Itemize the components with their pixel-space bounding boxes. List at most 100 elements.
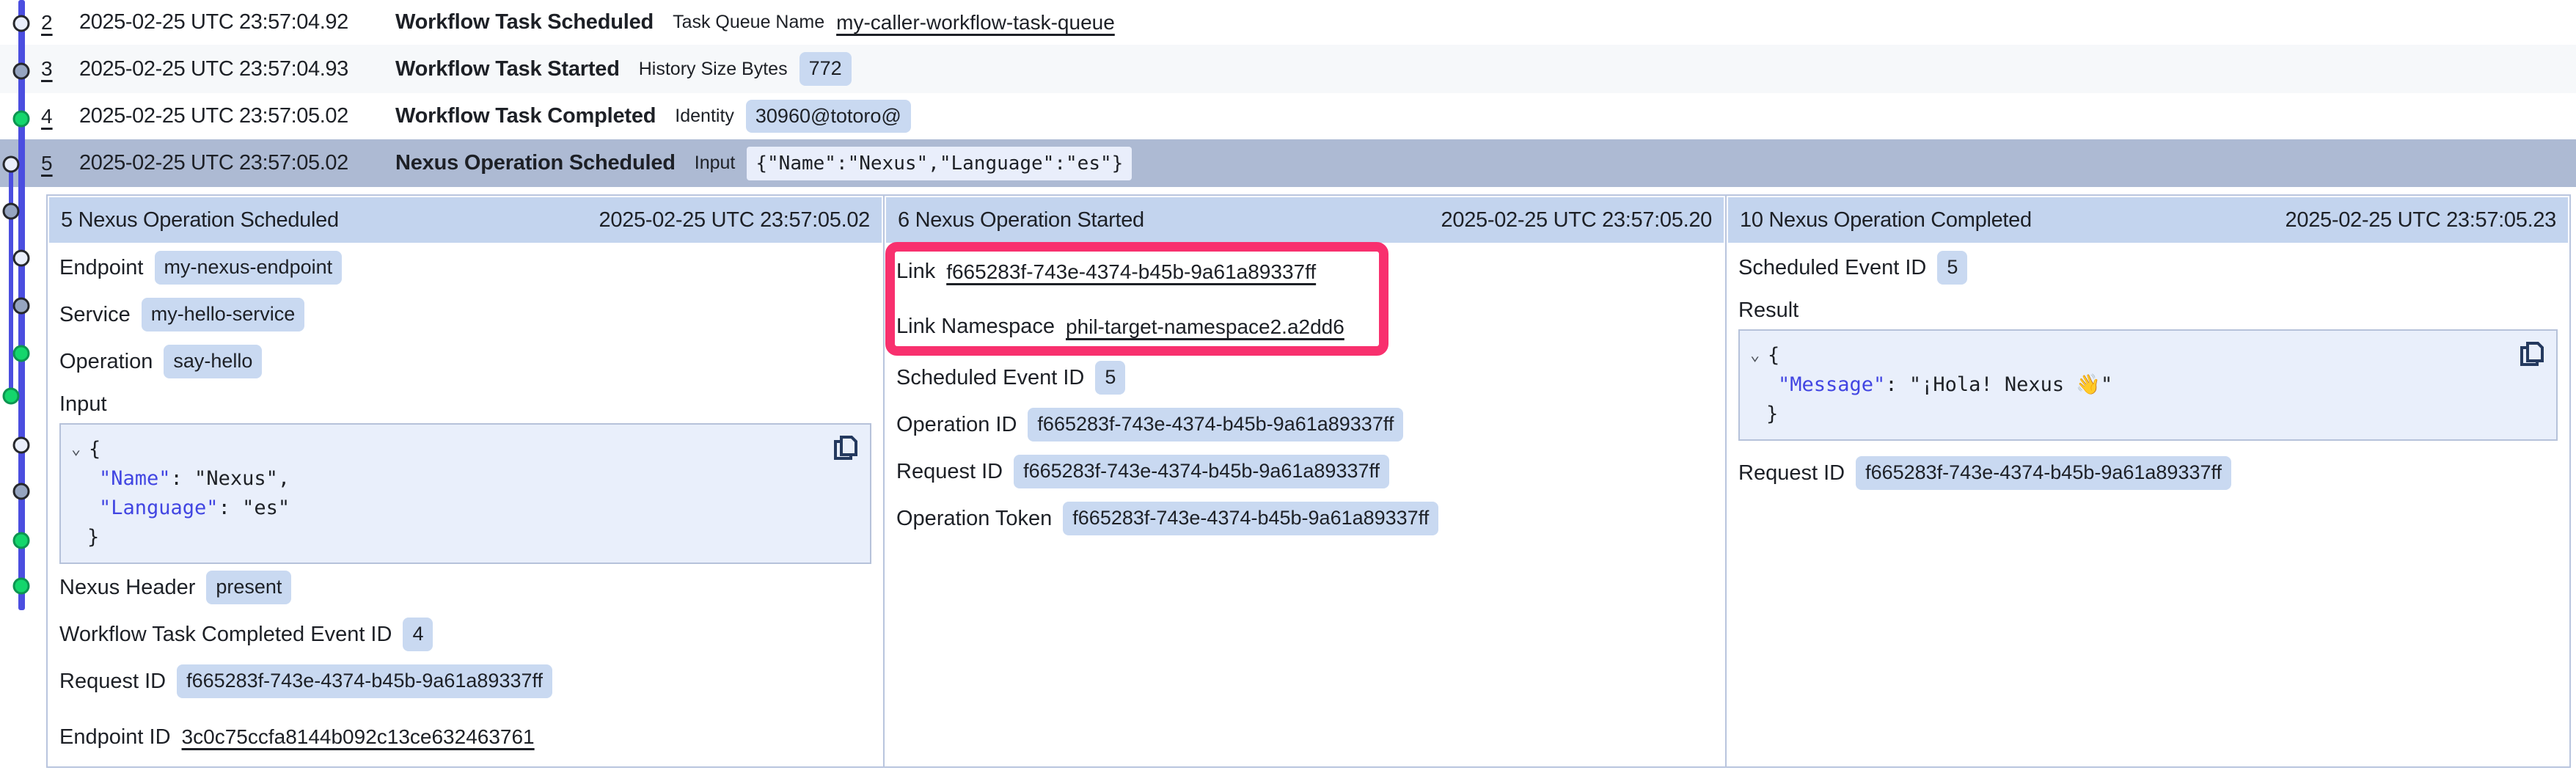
- field-label: Scheduled Event ID: [1738, 256, 1926, 280]
- field-request-id: Request ID f665283f-743e-4374-b45b-9a61a…: [896, 448, 1713, 495]
- request-id-badge: f665283f-743e-4374-b45b-9a61a89337ff: [1856, 456, 2231, 489]
- endpoint-id-link[interactable]: 3c0c75ccfa8144b092c13ce632463761: [182, 725, 535, 749]
- field-label: Service: [59, 303, 131, 327]
- field-endpoint-id: Endpoint ID 3c0c75ccfa8144b092c13ce63246…: [59, 714, 871, 761]
- field-nexus-header: Nexus Header present: [59, 564, 871, 611]
- panel-title: 6 Nexus Operation Started: [898, 208, 1144, 232]
- field-operation: Operation say-hello: [59, 338, 871, 385]
- field-operation-id: Operation ID f665283f-743e-4374-b45b-9a6…: [896, 401, 1713, 448]
- timeline-dot-gray: [13, 298, 30, 315]
- field-operation-token: Operation Token f665283f-743e-4374-b45b-…: [896, 495, 1713, 542]
- event-field-label: History Size Bytes: [639, 59, 788, 80]
- panel-timestamp: 2025-02-25 UTC 23:57:05.23: [2286, 208, 2556, 232]
- event-detail-container: 5 Nexus Operation Scheduled 2025-02-25 U…: [46, 194, 2571, 768]
- link-link[interactable]: f665283f-743e-4374-b45b-9a61a89337ff: [946, 260, 1316, 284]
- field-service: Service my-hello-service: [59, 291, 871, 338]
- event-name: Workflow Task Completed: [395, 104, 656, 128]
- result-payload-codeblock: ⌄{ "Message": "¡Hola! Nexus 👋" }: [1738, 329, 2558, 441]
- field-label: Endpoint: [59, 256, 144, 280]
- operation-token-badge: f665283f-743e-4374-b45b-9a61a89337ff: [1063, 502, 1438, 535]
- wtc-event-id-badge: 4: [403, 618, 433, 651]
- panel-title: 10 Nexus Operation Completed: [1740, 208, 2032, 232]
- event-number-link[interactable]: 4: [41, 105, 79, 128]
- event-number-link[interactable]: 5: [41, 152, 79, 175]
- task-queue-link[interactable]: my-caller-workflow-task-queue: [836, 11, 1115, 34]
- event-name: Nexus Operation Scheduled: [395, 151, 676, 175]
- event-row-4[interactable]: 4 2025-02-25 UTC 23:57:05.02 Workflow Ta…: [0, 93, 2576, 139]
- event-number-link[interactable]: 2: [41, 11, 79, 34]
- field-endpoint: Endpoint my-nexus-endpoint: [59, 244, 871, 291]
- input-payload-chip: {"Name":"Nexus","Language":"es"}: [747, 147, 1132, 180]
- field-label: Request ID: [59, 670, 166, 694]
- request-id-badge: f665283f-743e-4374-b45b-9a61a89337ff: [177, 664, 552, 697]
- timeline-dot-green: [13, 532, 30, 549]
- timeline-dot-white: [13, 250, 30, 267]
- field-label: Operation ID: [896, 413, 1017, 437]
- endpoint-badge: my-nexus-endpoint: [155, 251, 343, 284]
- event-timestamp: 2025-02-25 UTC 23:57:05.02: [79, 151, 395, 175]
- timeline-dot-white: [3, 156, 20, 173]
- operation-badge: say-hello: [164, 345, 262, 378]
- timeline-dot-gray: [13, 63, 30, 80]
- field-label: Request ID: [1738, 461, 1845, 486]
- input-label: Input: [59, 385, 871, 423]
- request-id-badge: f665283f-743e-4374-b45b-9a61a89337ff: [1014, 455, 1389, 488]
- field-label: Endpoint ID: [59, 725, 171, 750]
- timeline-line: [9, 164, 13, 396]
- scheduled-event-id-badge: 5: [1937, 251, 1967, 284]
- panel-timestamp: 2025-02-25 UTC 23:57:05.20: [1441, 208, 1712, 232]
- scheduled-event-id-badge: 5: [1095, 361, 1125, 394]
- operation-id-badge: f665283f-743e-4374-b45b-9a61a89337ff: [1028, 408, 1403, 441]
- event-timestamp: 2025-02-25 UTC 23:57:04.92: [79, 10, 395, 34]
- identity-badge: 30960@totoro@: [746, 100, 911, 133]
- field-wtc-event-id: Workflow Task Completed Event ID 4: [59, 611, 871, 658]
- field-label: Link: [896, 260, 935, 284]
- field-link: Link f665283f-743e-4374-b45b-9a61a89337f…: [896, 244, 1713, 299]
- timeline-dot-green: [13, 111, 30, 128]
- field-scheduled-event-id: Scheduled Event ID 5: [1738, 244, 2558, 291]
- event-field-label: Input: [695, 153, 736, 174]
- panel-nexus-operation-started: 6 Nexus Operation Started 2025-02-25 UTC…: [885, 196, 1727, 766]
- panel-header: 5 Nexus Operation Scheduled 2025-02-25 U…: [49, 197, 882, 243]
- event-timestamp: 2025-02-25 UTC 23:57:04.93: [79, 57, 395, 81]
- panel-nexus-operation-completed: 10 Nexus Operation Completed 2025-02-25 …: [1727, 196, 2569, 766]
- field-label: Operation Token: [896, 507, 1052, 531]
- panel-title: 5 Nexus Operation Scheduled: [61, 208, 339, 232]
- history-size-badge: 772: [799, 52, 852, 85]
- panel-header: 6 Nexus Operation Started 2025-02-25 UTC…: [886, 197, 1724, 243]
- collapse-chevron-icon[interactable]: ⌄: [71, 435, 89, 464]
- field-scheduled-event-id: Scheduled Event ID 5: [896, 354, 1713, 401]
- event-row-2[interactable]: 2 2025-02-25 UTC 23:57:04.92 Workflow Ta…: [0, 0, 2576, 45]
- event-row-3[interactable]: 3 2025-02-25 UTC 23:57:04.93 Workflow Ta…: [0, 45, 2576, 93]
- copy-icon[interactable]: [832, 433, 861, 463]
- event-name: Workflow Task Started: [395, 57, 620, 81]
- field-label: Link Namespace: [896, 315, 1055, 339]
- field-label: Request ID: [896, 460, 1003, 484]
- timeline-dot-green: [13, 345, 30, 362]
- field-link-namespace: Link Namespace phil-target-namespace2.a2…: [896, 299, 1713, 354]
- event-number-link[interactable]: 3: [41, 57, 79, 81]
- link-namespace-link[interactable]: phil-target-namespace2.a2dd6: [1066, 315, 1344, 339]
- timeline-dot-gray: [3, 203, 20, 220]
- collapse-chevron-icon[interactable]: ⌄: [1750, 341, 1768, 370]
- timeline-dot-white: [13, 437, 30, 454]
- timeline-dot-gray: [13, 483, 30, 500]
- input-payload-codeblock: ⌄{ "Name": "Nexus", "Language": "es" }: [59, 423, 871, 564]
- timeline-gutter: [0, 0, 46, 773]
- panel-timestamp: 2025-02-25 UTC 23:57:05.02: [599, 208, 870, 232]
- field-label: Operation: [59, 350, 153, 374]
- timeline-dot-white: [13, 15, 30, 32]
- field-label: Nexus Header: [59, 576, 195, 600]
- field-request-id: Request ID f665283f-743e-4374-b45b-9a61a…: [59, 658, 871, 705]
- result-label: Result: [1738, 291, 2558, 329]
- timeline-dot-green: [13, 578, 30, 595]
- copy-icon[interactable]: [2518, 340, 2547, 369]
- field-label: Scheduled Event ID: [896, 366, 1084, 390]
- field-label: Workflow Task Completed Event ID: [59, 623, 392, 647]
- event-row-5-selected[interactable]: 5 2025-02-25 UTC 23:57:05.02 Nexus Opera…: [0, 139, 2576, 187]
- field-request-id: Request ID f665283f-743e-4374-b45b-9a61a…: [1738, 450, 2558, 497]
- event-timestamp: 2025-02-25 UTC 23:57:05.02: [79, 104, 395, 128]
- event-name: Workflow Task Scheduled: [395, 10, 654, 34]
- panel-nexus-operation-scheduled: 5 Nexus Operation Scheduled 2025-02-25 U…: [48, 196, 885, 766]
- nexus-header-badge: present: [206, 571, 291, 604]
